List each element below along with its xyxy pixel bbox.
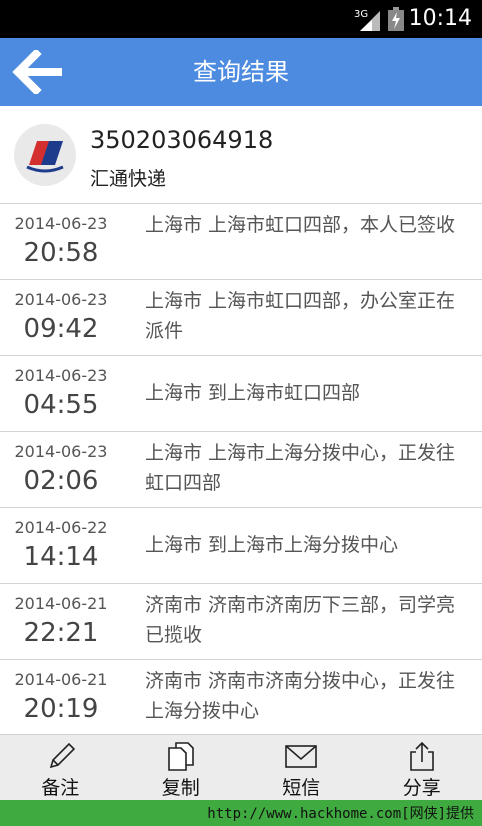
event-date: 2014-06-21 — [14, 670, 108, 689]
clock: 10:14 — [408, 6, 472, 31]
shipment-header: 350203064918 汇通快递 — [0, 106, 482, 204]
bottom-action-bar: 备注 复制 短信 分享 — [0, 734, 482, 800]
envelope-icon — [285, 745, 318, 768]
event-date: 2014-06-21 — [14, 594, 108, 613]
event-description: 上海市 到上海市上海分拨中心 — [145, 534, 399, 556]
page-title: 查询结果 — [193, 58, 289, 86]
event-time: 02:06 — [23, 466, 99, 496]
copy-label: 复制 — [161, 777, 200, 799]
tracking-event: 2014-06-23 20:58 上海市 上海市虹口四部，本人已签收 — [0, 204, 482, 280]
tracking-event: 2014-06-23 04:55 上海市 到上海市虹口四部 — [0, 356, 482, 432]
event-time: 20:19 — [23, 694, 99, 724]
network-type: 3G — [354, 9, 368, 20]
share-label: 分享 — [402, 777, 441, 799]
event-time: 09:42 — [23, 314, 99, 344]
status-bar: 3G 10:14 — [0, 0, 482, 38]
sms-label: 短信 — [282, 777, 321, 799]
tracking-event-list: 2014-06-23 20:58 上海市 上海市虹口四部，本人已签收 2014-… — [0, 204, 482, 734]
tracking-number: 350203064918 — [90, 126, 274, 154]
tracking-event: 2014-06-21 22:21 济南市 济南市济南历下三部，司学亮已揽收 — [0, 584, 482, 660]
event-date: 2014-06-23 — [14, 290, 108, 309]
note-button[interactable]: 备注 — [0, 735, 121, 800]
event-description: 济南市 济南市济南历下三部，司学亮已揽收 — [145, 594, 456, 646]
event-description: 上海市 上海市上海分拨中心，正发往虹口四部 — [145, 442, 456, 494]
event-time: 14:14 — [23, 542, 99, 572]
title-bar: 查询结果 — [0, 38, 482, 106]
event-time: 04:55 — [23, 390, 99, 420]
event-time: 22:21 — [23, 618, 99, 648]
tracking-event: 2014-06-21 20:19 济南市 济南市济南分拨中心，正发往上海分拨中心 — [0, 660, 482, 734]
event-date: 2014-06-23 — [14, 442, 108, 461]
carrier-logo-icon — [14, 124, 76, 186]
event-description: 济南市 济南市济南分拨中心，正发往上海分拨中心 — [145, 670, 456, 722]
tracking-event: 2014-06-23 09:42 上海市 上海市虹口四部，办公室正在派件 — [0, 280, 482, 356]
share-button[interactable]: 分享 — [362, 735, 482, 800]
tracking-event: 2014-06-22 14:14 上海市 到上海市上海分拨中心 — [0, 508, 482, 584]
watermark-bar: http://www.hackhome.com[网侠]提供 — [0, 800, 482, 826]
event-description: 上海市 到上海市虹口四部 — [145, 382, 361, 404]
battery-icon — [388, 7, 404, 31]
carrier-name: 汇通快递 — [90, 168, 167, 190]
sms-button[interactable]: 短信 — [241, 735, 362, 800]
event-date: 2014-06-22 — [14, 518, 108, 537]
event-date: 2014-06-23 — [14, 214, 108, 233]
event-description: 上海市 上海市虹口四部，本人已签收 — [145, 214, 456, 236]
event-description: 上海市 上海市虹口四部，办公室正在派件 — [145, 290, 456, 342]
note-label: 备注 — [41, 777, 80, 799]
copy-button[interactable]: 复制 — [121, 735, 242, 800]
pencil-icon — [50, 742, 76, 769]
share-icon — [409, 741, 434, 771]
tracking-event: 2014-06-23 02:06 上海市 上海市上海分拨中心，正发往虹口四部 — [0, 432, 482, 508]
event-date: 2014-06-23 — [14, 366, 108, 385]
copy-icon — [167, 742, 194, 771]
signal-icon: 3G — [354, 9, 380, 31]
event-time: 20:58 — [23, 238, 99, 268]
watermark-text: http://www.hackhome.com[网侠]提供 — [207, 806, 474, 822]
